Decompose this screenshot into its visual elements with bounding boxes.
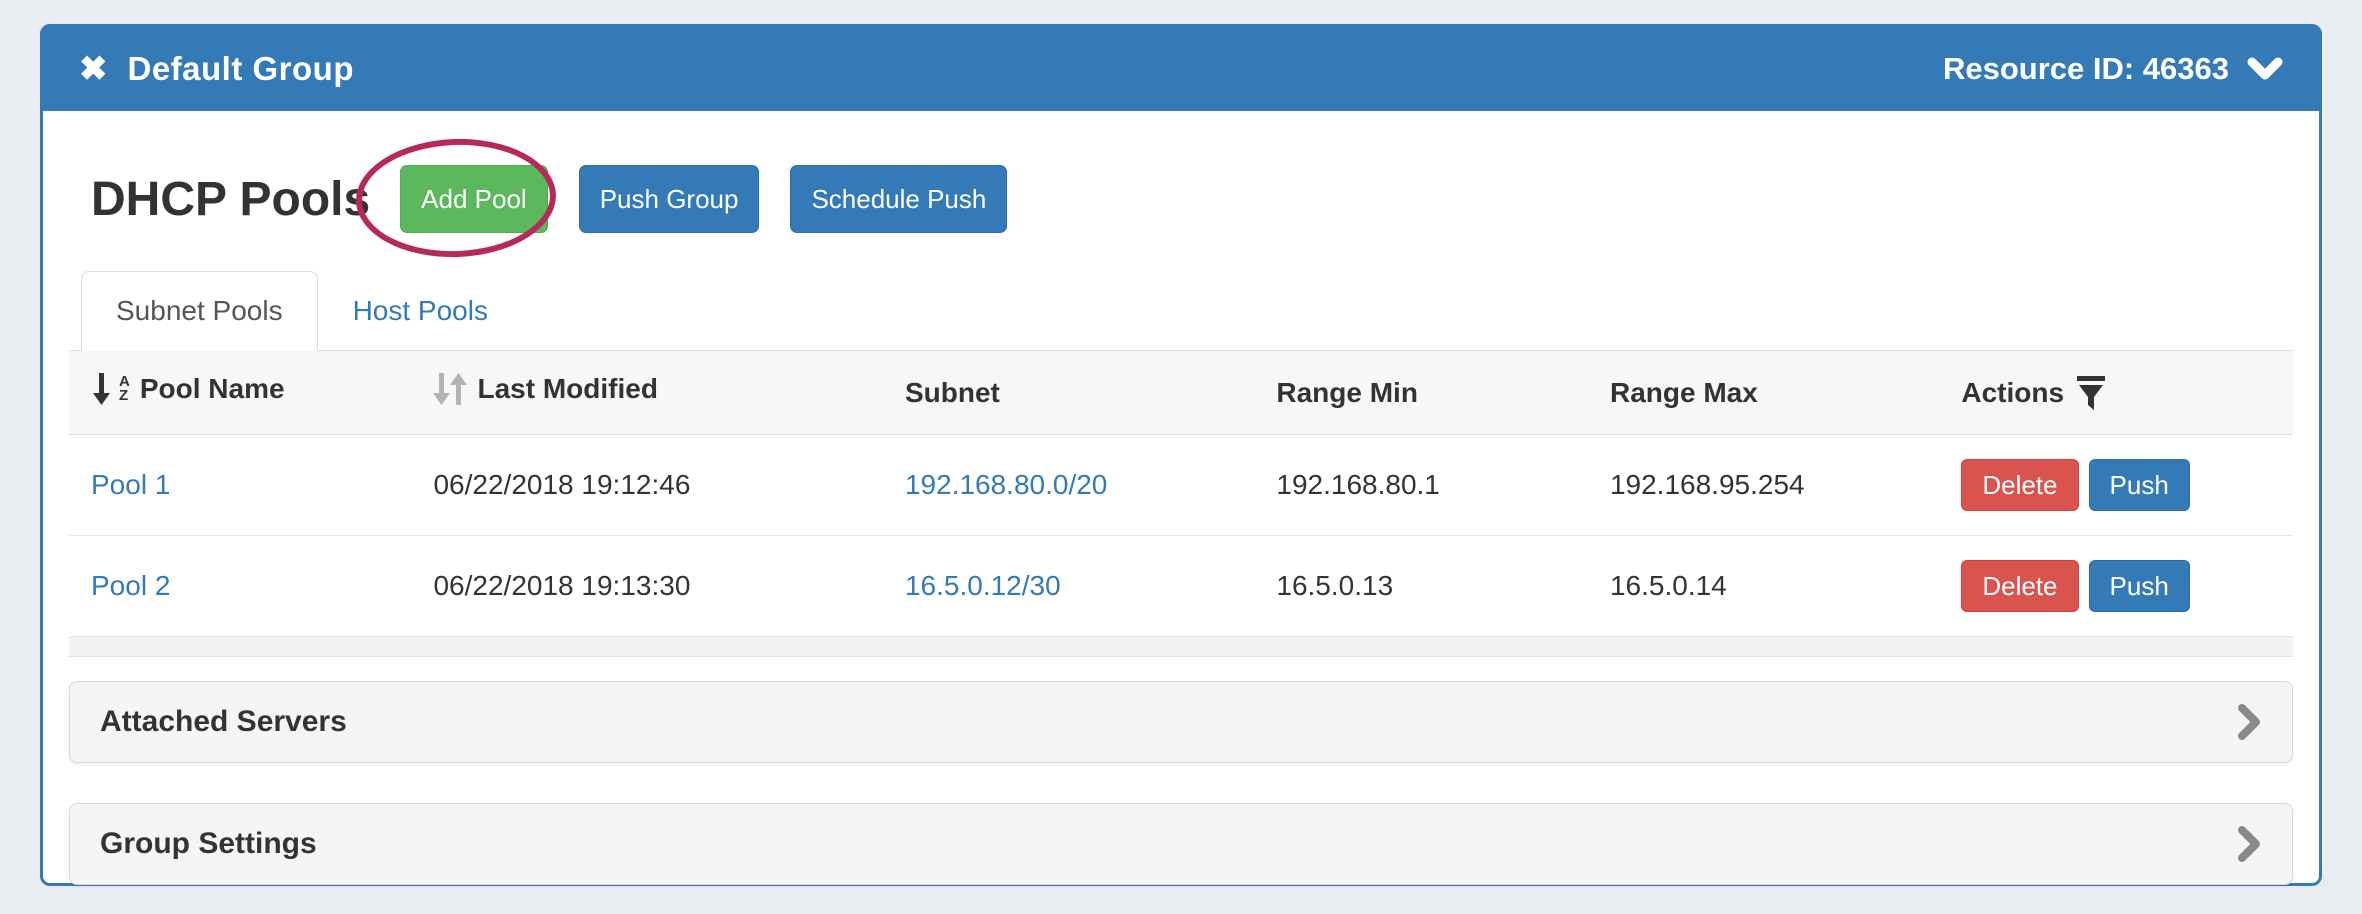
resource-id-toggle[interactable]: Resource ID: 46363 bbox=[1943, 51, 2283, 87]
subnet-link[interactable]: 192.168.80.0/20 bbox=[905, 469, 1107, 500]
subnet-pools-table: AZ Pool Name bbox=[69, 351, 2293, 637]
range-min-cell: 16.5.0.13 bbox=[1254, 536, 1588, 637]
header-range-max[interactable]: Range Max bbox=[1588, 351, 1939, 435]
add-pool-button[interactable]: Add Pool bbox=[400, 165, 548, 233]
sort-alpha-letters: AZ bbox=[119, 375, 130, 403]
table-row: Pool 1 06/22/2018 19:12:46 192.168.80.0/… bbox=[69, 435, 2293, 536]
accordion-attached-servers[interactable]: Attached Servers bbox=[69, 681, 2293, 763]
sort-icon[interactable] bbox=[433, 371, 467, 407]
tab-subnet-pools[interactable]: Subnet Pools bbox=[81, 271, 318, 351]
push-button[interactable]: Push bbox=[2089, 459, 2190, 511]
title-row: DHCP Pools Add Pool Push Group Schedule … bbox=[91, 153, 2293, 245]
resource-id-label: Resource ID: 46363 bbox=[1943, 51, 2229, 87]
schedule-push-button[interactable]: Schedule Push bbox=[790, 165, 1007, 233]
range-max-cell: 16.5.0.14 bbox=[1588, 536, 1939, 637]
default-group-panel: ✖ Default Group Resource ID: 46363 DHCP … bbox=[40, 24, 2322, 886]
push-button[interactable]: Push bbox=[2089, 560, 2190, 612]
tab-host-pools[interactable]: Host Pools bbox=[318, 271, 523, 351]
close-icon[interactable]: ✖ bbox=[79, 52, 108, 86]
last-modified-cell: 06/22/2018 19:12:46 bbox=[411, 435, 882, 536]
range-min-cell: 192.168.80.1 bbox=[1254, 435, 1588, 536]
panel-header: ✖ Default Group Resource ID: 46363 bbox=[43, 27, 2319, 111]
header-pool-name[interactable]: AZ Pool Name bbox=[69, 351, 411, 435]
header-range-min[interactable]: Range Min bbox=[1254, 351, 1588, 435]
table-footer-strip bbox=[69, 637, 2293, 657]
panel-title: Default Group bbox=[128, 50, 355, 88]
chevron-right-icon bbox=[2236, 824, 2262, 864]
chevron-right-icon bbox=[2236, 702, 2262, 742]
accordion-group-settings[interactable]: Group Settings bbox=[69, 803, 2293, 885]
panel-content: DHCP Pools Add Pool Push Group Schedule … bbox=[43, 153, 2319, 657]
header-actions: Actions bbox=[1939, 351, 2293, 435]
delete-button[interactable]: Delete bbox=[1961, 459, 2078, 511]
filter-icon[interactable] bbox=[2074, 374, 2108, 412]
table-header-row: AZ Pool Name bbox=[69, 351, 2293, 435]
last-modified-cell: 06/22/2018 19:13:30 bbox=[411, 536, 882, 637]
accordion-label: Group Settings bbox=[100, 827, 317, 861]
table-row: Pool 2 06/22/2018 19:13:30 16.5.0.12/30 … bbox=[69, 536, 2293, 637]
push-group-button[interactable]: Push Group bbox=[579, 165, 760, 233]
range-max-cell: 192.168.95.254 bbox=[1588, 435, 1939, 536]
pool-name-link[interactable]: Pool 2 bbox=[91, 570, 170, 601]
accordion-label: Attached Servers bbox=[100, 705, 347, 739]
pool-tabs: Subnet Pools Host Pools bbox=[69, 271, 2293, 351]
chevron-down-icon bbox=[2247, 56, 2283, 82]
header-subnet[interactable]: Subnet bbox=[883, 351, 1254, 435]
sort-alpha-asc-icon[interactable] bbox=[91, 371, 113, 407]
header-last-modified[interactable]: Last Modified bbox=[411, 351, 882, 435]
subnet-link[interactable]: 16.5.0.12/30 bbox=[905, 570, 1061, 601]
pool-name-link[interactable]: Pool 1 bbox=[91, 469, 170, 500]
page-title: DHCP Pools bbox=[91, 172, 370, 227]
delete-button[interactable]: Delete bbox=[1961, 560, 2078, 612]
